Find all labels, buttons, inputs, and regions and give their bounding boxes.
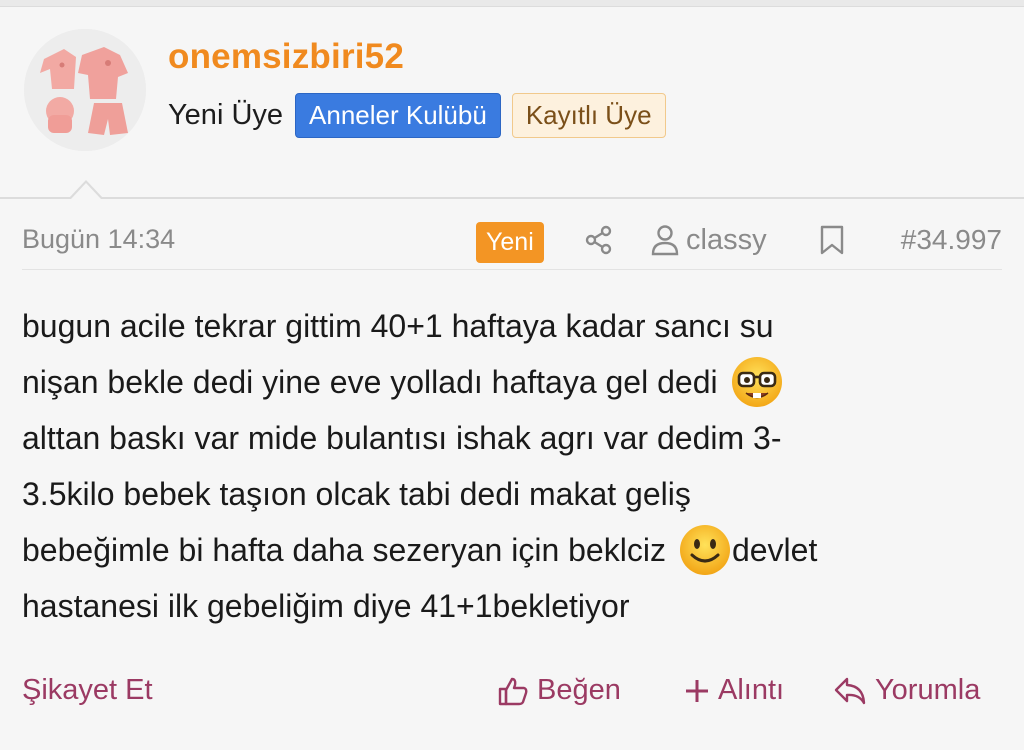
smiley-face-emoji <box>678 523 732 577</box>
reply-icon <box>834 677 866 704</box>
post-text: hastanesi ilk gebeliğim diye 41+1bekleti… <box>22 588 630 624</box>
report-button[interactable]: Şikayet Et <box>22 674 153 707</box>
post-line: 3.5kilo bebek taşıon olcak tabi dedi mak… <box>22 466 1012 522</box>
username[interactable]: onemsizbiri52 <box>168 37 404 77</box>
post-actions: Şikayet Et Beğen Alıntı Yorumla <box>0 668 1024 718</box>
post-meta: Bugün 14:34 Yeni classy #34.997 <box>0 212 1024 270</box>
role-row: Yeni Üye Anneler Kulübü Kayıtlı Üye <box>168 91 666 139</box>
user-header: onemsizbiri52 Yeni Üye Anneler Kulübü Ka… <box>0 7 1024 197</box>
user-icon <box>650 224 680 256</box>
thumbs-up-icon <box>498 677 528 705</box>
plus-icon <box>686 679 708 702</box>
bookmark-icon[interactable] <box>818 224 846 256</box>
post-number[interactable]: #34.997 <box>901 224 1002 256</box>
post-line: bebeğimle bi hafta daha sezeryan için be… <box>22 522 1012 578</box>
post-line: alttan baskı var mide bulantısı ishak ag… <box>22 410 1012 466</box>
post-text: bebeğimle bi hafta daha sezeryan için be… <box>22 532 666 568</box>
quote-label: Alıntı <box>718 674 785 706</box>
post-text: bugun acile tekrar gittim 40+1 haftaya k… <box>22 308 774 344</box>
post-line: bugun acile tekrar gittim 40+1 haftaya k… <box>22 298 1012 354</box>
badge-kayitli-uye: Kayıtlı Üye <box>511 92 666 138</box>
post-text: alttan baskı var mide bulantısı ishak ag… <box>22 420 782 456</box>
like-button[interactable]: Beğen <box>497 674 621 707</box>
quote-button[interactable]: Alıntı <box>684 674 784 707</box>
post-time[interactable]: Bugün 14:34 <box>22 224 175 255</box>
post-line: hastanesi ilk gebeliğim diye 41+1bekleti… <box>22 578 1012 634</box>
post-text: nişan bekle dedi yine eve yolladı haftay… <box>22 364 718 400</box>
like-label: Beğen <box>537 674 621 706</box>
reply-label: Yorumla <box>875 674 981 706</box>
share-icon[interactable] <box>583 224 615 256</box>
post-body: bugun acile tekrar gittim 40+1 haftaya k… <box>22 298 1012 634</box>
separator-pointer-fill <box>71 183 101 199</box>
badge-anneler-kulubu: Anneler Kulübü <box>295 92 501 138</box>
header-separator <box>0 197 1024 199</box>
user-role: Yeni Üye <box>168 98 284 131</box>
meta-divider <box>22 269 1002 270</box>
new-badge: Yeni <box>476 222 544 263</box>
post-line: nişan bekle dedi yine eve yolladı haftay… <box>22 354 1012 410</box>
post-text: 3.5kilo bebek taşıon olcak tabi dedi mak… <box>22 476 691 512</box>
post-text: devlet <box>731 532 818 568</box>
reply-button[interactable]: Yorumla <box>833 674 980 707</box>
viewer-name[interactable]: classy <box>686 224 767 257</box>
top-divider <box>0 0 1024 7</box>
avatar[interactable] <box>24 29 146 151</box>
nerd-face-emoji <box>730 355 784 409</box>
